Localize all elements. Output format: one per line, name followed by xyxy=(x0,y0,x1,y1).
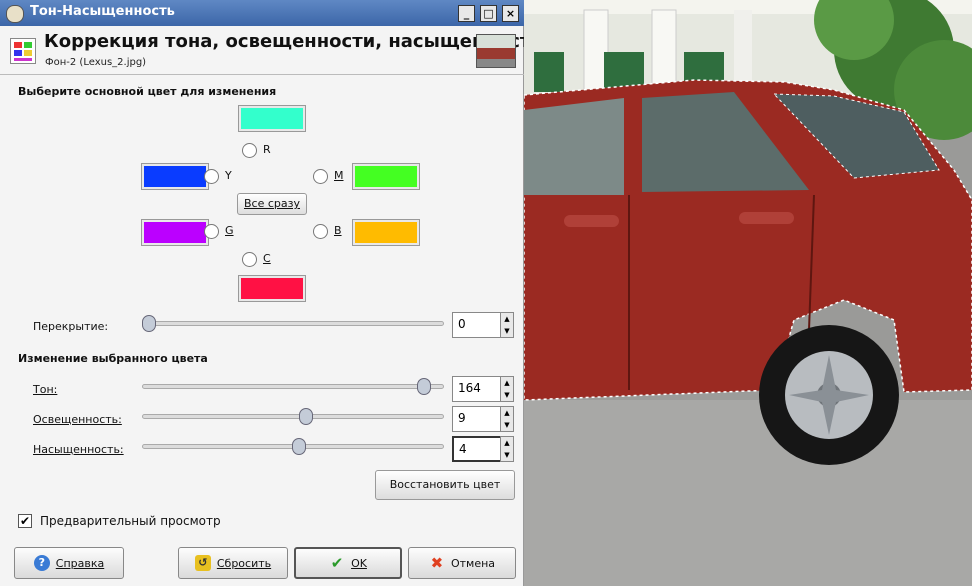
swatch-blue[interactable] xyxy=(352,219,420,246)
saturation-label: Насыщенность: xyxy=(33,443,124,456)
radio-b[interactable] xyxy=(313,224,328,239)
hue-spinbox[interactable]: 164 xyxy=(452,376,502,402)
overlap-spin-buttons[interactable]: ▲ ▼ xyxy=(500,312,514,338)
spin-up-icon[interactable]: ▲ xyxy=(504,315,509,323)
hue-slider[interactable] xyxy=(142,384,444,389)
spin-down-icon[interactable]: ▼ xyxy=(504,451,509,459)
hue-label: Тон: xyxy=(33,383,58,396)
reset-button-label: Сбросить xyxy=(216,556,272,570)
radio-r[interactable] xyxy=(242,143,257,158)
overlap-slider[interactable] xyxy=(142,321,444,326)
swatch-green[interactable] xyxy=(141,219,209,246)
radio-c-label: C xyxy=(263,252,271,265)
image-canvas[interactable] xyxy=(524,0,972,586)
reset-color-button[interactable]: Восстановить цвет xyxy=(375,470,515,500)
overlap-label: Перекрытие: xyxy=(33,320,109,333)
swatch-fill xyxy=(241,278,303,299)
preview-checkbox[interactable]: ✔ xyxy=(18,514,32,528)
overlap-spinbox[interactable]: 0 xyxy=(452,312,502,338)
minimize-button[interactable]: _ xyxy=(458,5,475,22)
help-icon: ? xyxy=(33,555,50,571)
title-bar[interactable]: Тон-Насыщенность _ □ × xyxy=(0,0,524,26)
close-button[interactable]: × xyxy=(502,5,519,22)
cancel-button[interactable]: ✖ Отмена xyxy=(408,547,516,579)
window-title: Тон-Насыщенность xyxy=(30,4,175,19)
ok-button-label: OK xyxy=(351,556,367,570)
help-button-label: Справка xyxy=(55,556,105,570)
hue-saturation-dialog: Тон-Насыщенность _ □ × Коррекция тона, о… xyxy=(0,0,543,586)
radio-m-label: M xyxy=(334,169,344,182)
hue-saturation-icon xyxy=(10,38,36,64)
lightness-spinbox[interactable]: 9 xyxy=(452,406,502,432)
saturation-spinbox[interactable]: 4 xyxy=(452,436,502,462)
lightness-label: Освещенность: xyxy=(33,413,122,426)
lightness-spin-buttons[interactable]: ▲ ▼ xyxy=(500,406,514,432)
radio-g-label: G xyxy=(225,224,234,237)
ok-check-icon: ✔ xyxy=(330,554,344,572)
radio-r-label: R xyxy=(263,143,271,156)
saturation-slider-thumb[interactable] xyxy=(291,438,306,455)
swatch-fill xyxy=(355,222,417,243)
divider xyxy=(0,74,524,75)
swatch-fill xyxy=(355,166,417,187)
swatch-yellow[interactable] xyxy=(141,163,209,190)
hue-spin-buttons[interactable]: ▲ ▼ xyxy=(500,376,514,402)
radio-b-label: B xyxy=(334,224,342,237)
dialog-heading: Коррекция тона, освещенности, насыщеннос… xyxy=(44,31,543,52)
car-photo xyxy=(524,0,972,586)
primary-color-heading: Выберите основной цвет для изменения xyxy=(18,85,277,98)
radio-y[interactable] xyxy=(204,169,219,184)
cancel-x-icon: ✖ xyxy=(430,554,444,572)
swatch-fill xyxy=(144,166,206,187)
radio-y-label: Y xyxy=(225,169,232,182)
all-colors-button[interactable]: Все сразу xyxy=(237,193,307,215)
lightness-slider[interactable] xyxy=(142,414,444,419)
swatch-fill xyxy=(241,108,303,129)
radio-g[interactable] xyxy=(204,224,219,239)
spin-down-icon[interactable]: ▼ xyxy=(504,391,509,399)
lightness-slider-thumb[interactable] xyxy=(298,408,313,425)
reset-icon: ↺ xyxy=(194,555,211,571)
ok-button[interactable]: ✔ OK xyxy=(294,547,402,579)
adjust-heading: Изменение выбранного цвета xyxy=(18,352,208,365)
spin-up-icon[interactable]: ▲ xyxy=(504,439,509,447)
spin-up-icon[interactable]: ▲ xyxy=(504,409,509,417)
preview-label: Предварительный просмотр xyxy=(40,514,221,528)
reset-button[interactable]: ↺ Сбросить xyxy=(178,547,288,579)
spin-up-icon[interactable]: ▲ xyxy=(504,379,509,387)
swatch-cyan[interactable] xyxy=(238,275,306,302)
help-button[interactable]: ? Справка xyxy=(14,547,124,579)
maximize-button[interactable]: □ xyxy=(480,5,497,22)
cancel-button-label: Отмена xyxy=(450,556,496,570)
swatch-magenta[interactable] xyxy=(352,163,420,190)
spin-down-icon[interactable]: ▼ xyxy=(504,421,509,429)
gimp-icon xyxy=(6,5,24,23)
swatch-red[interactable] xyxy=(238,105,306,132)
overlap-slider-thumb[interactable] xyxy=(142,315,156,332)
layer-thumbnail xyxy=(476,34,516,68)
radio-m[interactable] xyxy=(313,169,328,184)
radio-c[interactable] xyxy=(242,252,257,267)
saturation-spin-buttons[interactable]: ▲ ▼ xyxy=(500,436,514,462)
spin-down-icon[interactable]: ▼ xyxy=(504,327,509,335)
hue-slider-thumb[interactable] xyxy=(417,378,432,395)
dialog-subtitle: Фон-2 (Lexus_2.jpg) xyxy=(45,57,147,68)
swatch-fill xyxy=(144,222,206,243)
